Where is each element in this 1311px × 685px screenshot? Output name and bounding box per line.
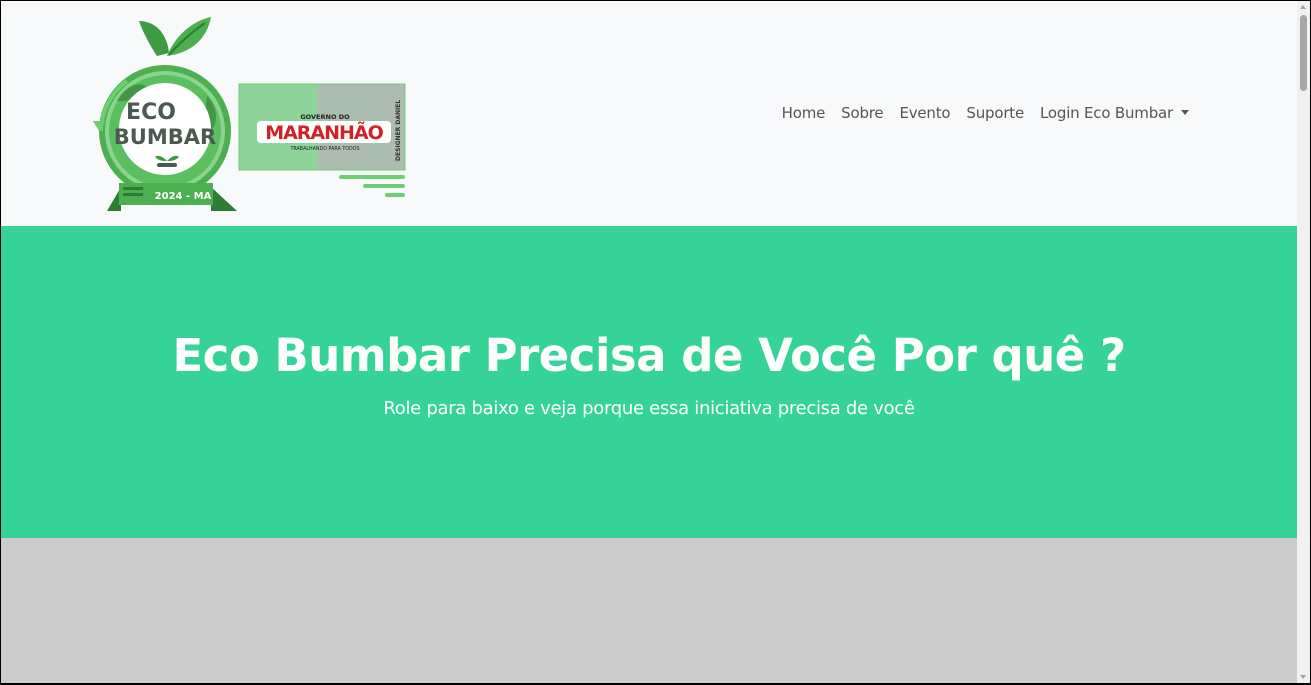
gov-line2-text: MARANHÃO (265, 120, 383, 144)
login-dropdown-toggle[interactable]: Login Eco Bumbar (1032, 104, 1197, 122)
vertical-scrollbar[interactable] (1297, 1, 1310, 683)
eco-bumbar-logo[interactable]: ECO BUMBAR 2024 - MA GOVERNO DO MARANHÃO… (87, 11, 409, 216)
logo-bumbar-text: BUMBAR (114, 125, 216, 149)
scroll-thumb[interactable] (1300, 15, 1307, 91)
designer-text: DESIGNER DANIEL (395, 100, 402, 161)
main-nav: Home Sobre Evento Suporte Login Eco Bumb… (774, 104, 1197, 122)
logo-eco-text: ECO (126, 100, 176, 125)
nav-home-link[interactable]: Home (774, 104, 834, 122)
hero-title: Eco Bumbar Precisa de Você Por quê ? (172, 329, 1126, 382)
nav-sobre-link[interactable]: Sobre (833, 104, 891, 122)
browser-viewport: ECO BUMBAR 2024 - MA GOVERNO DO MARANHÃO… (1, 1, 1297, 683)
hero-subtitle: Role para baixo e veja porque essa inici… (383, 398, 915, 419)
hero-section: Eco Bumbar Precisa de Você Por quê ? Rol… (1, 226, 1297, 538)
caret-down-icon (1181, 110, 1189, 115)
logo-year-text: 2024 - MA (155, 191, 212, 202)
scroll-down-icon[interactable] (1300, 675, 1306, 679)
scroll-up-icon[interactable] (1300, 5, 1306, 9)
gov-line1-text: GOVERNO DO (300, 113, 350, 121)
gov-tagline-text: TRABALHANDO PARA TODOS (289, 146, 359, 152)
login-dropdown-label: Login Eco Bumbar (1040, 104, 1173, 122)
content-section (1, 538, 1297, 683)
nav-suporte-link[interactable]: Suporte (958, 104, 1032, 122)
navbar: ECO BUMBAR 2024 - MA GOVERNO DO MARANHÃO… (1, 1, 1297, 226)
nav-evento-link[interactable]: Evento (891, 104, 958, 122)
